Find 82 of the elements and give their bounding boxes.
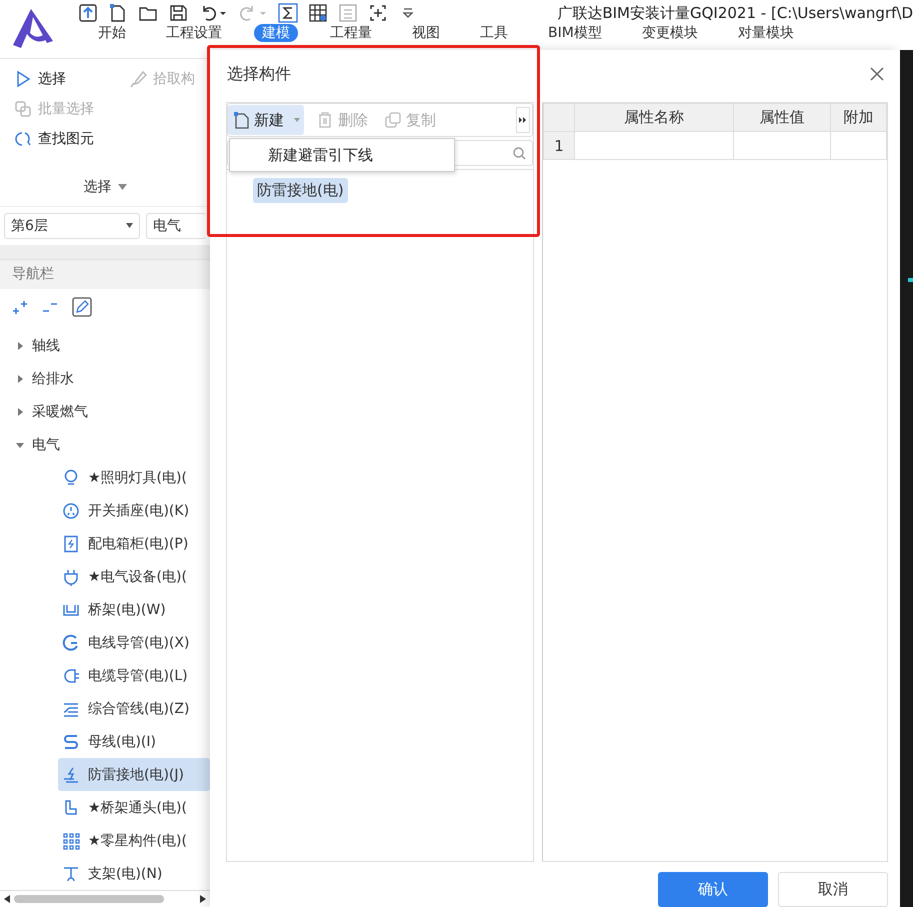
cancel-button[interactable]: 取消 bbox=[778, 872, 888, 907]
column-header: 属性值 bbox=[734, 104, 830, 132]
copy-icon bbox=[384, 111, 402, 129]
row-number: 1 bbox=[544, 132, 574, 160]
table-icon[interactable] bbox=[308, 3, 328, 23]
conduit-icon bbox=[62, 634, 80, 652]
ribbon-tab[interactable]: 开始 bbox=[90, 24, 134, 42]
canvas-marker bbox=[908, 278, 913, 282]
tree-item[interactable]: 支架(电)(N) bbox=[58, 857, 210, 890]
tree-item[interactable]: 桥架(电)(W) bbox=[58, 593, 210, 626]
ribbon-tab[interactable]: 建模 bbox=[254, 24, 298, 42]
tree-item[interactable]: 母线(电)(I) bbox=[58, 725, 210, 758]
confirm-button[interactable]: 确认 bbox=[658, 872, 768, 907]
expand-icon[interactable] bbox=[12, 300, 28, 314]
plug-icon bbox=[62, 568, 80, 586]
tree-item[interactable]: ★照明灯具(电)( bbox=[58, 461, 210, 494]
tree-item[interactable]: ★电气设备(电)( bbox=[58, 560, 210, 594]
tree-item[interactable]: 配电箱柜(电)(P) bbox=[58, 527, 210, 560]
caret-right-icon[interactable] bbox=[16, 374, 24, 383]
save-icon[interactable] bbox=[168, 3, 188, 23]
close-icon bbox=[870, 66, 884, 80]
ribbon-tab[interactable]: BIM模型 bbox=[540, 24, 610, 42]
discipline-dropdown[interactable]: 电气 bbox=[146, 212, 206, 239]
grid-icon bbox=[62, 832, 80, 850]
toolbar-button[interactable]: 新建 bbox=[228, 105, 304, 135]
scrollbar-thumb[interactable] bbox=[14, 895, 164, 904]
bulb-icon bbox=[62, 468, 80, 487]
menu-item[interactable]: 新建避雷引下线 bbox=[230, 144, 379, 166]
search-icon bbox=[513, 146, 526, 160]
trash-icon bbox=[316, 111, 334, 129]
caret-down-icon[interactable] bbox=[16, 440, 24, 449]
component-item[interactable]: 防雷接地(电) bbox=[253, 178, 348, 203]
ribbon-tab[interactable]: 对量模块 bbox=[730, 24, 802, 42]
panel-icon bbox=[62, 534, 80, 553]
ribbon-tab[interactable]: 工具 bbox=[472, 24, 516, 42]
column-header: 附加 bbox=[830, 104, 886, 132]
sum-icon[interactable] bbox=[278, 3, 298, 23]
copy-icon bbox=[14, 100, 32, 118]
caret-down-icon[interactable] bbox=[126, 223, 133, 228]
crop-icon[interactable] bbox=[368, 3, 388, 23]
more-button[interactable] bbox=[516, 107, 530, 133]
busbar-icon bbox=[62, 732, 80, 751]
cable-icon bbox=[62, 666, 80, 685]
select-tool[interactable]: 查找图元 bbox=[14, 127, 224, 151]
lightning-icon bbox=[62, 766, 80, 784]
collapse-icon[interactable] bbox=[42, 301, 58, 314]
tree-item[interactable]: 采暖燃气 bbox=[32, 402, 88, 421]
column-header: 属性名称 bbox=[574, 104, 734, 132]
tree-item[interactable]: 电线导管(电)(X) bbox=[58, 626, 210, 660]
caret-down-icon[interactable] bbox=[118, 184, 126, 190]
group-label: 选择 bbox=[84, 178, 112, 196]
refresh-icon bbox=[14, 130, 32, 148]
bracket-icon bbox=[62, 864, 80, 883]
caret-right-icon[interactable] bbox=[16, 342, 24, 350]
ribbon-tab[interactable]: 工程量 bbox=[322, 24, 380, 42]
new-file-icon bbox=[232, 111, 250, 129]
upload-icon[interactable] bbox=[78, 3, 98, 23]
socket-icon bbox=[62, 502, 80, 520]
tree-item[interactable]: ★零星构件(电)( bbox=[58, 824, 210, 858]
dialog-title: 选择构件 bbox=[227, 64, 292, 84]
tree-item[interactable]: 开关插座(电)(K) bbox=[58, 494, 210, 528]
double-arrow-icon bbox=[519, 117, 527, 123]
tree-item[interactable]: 防雷接地(电)(J) bbox=[58, 758, 210, 792]
ribbon-tab[interactable]: 视图 bbox=[404, 24, 448, 42]
tree-item[interactable]: 给排水 bbox=[32, 370, 74, 388]
eyedropper-icon bbox=[129, 70, 147, 88]
floor-dropdown[interactable]: 第6层 bbox=[4, 212, 140, 239]
panel-header: 导航栏 bbox=[0, 258, 210, 290]
tree-item[interactable]: 电缆导管(电)(L) bbox=[58, 659, 210, 692]
ribbon-tab[interactable]: 工程设置 bbox=[158, 24, 230, 42]
caret-down-icon bbox=[294, 118, 300, 122]
tree-item[interactable]: 电气 bbox=[32, 436, 60, 454]
scroll-left-icon[interactable] bbox=[4, 895, 10, 904]
tree-item[interactable]: 综合管线(电)(Z) bbox=[58, 692, 210, 726]
edit-icon[interactable] bbox=[72, 297, 92, 318]
tree-item[interactable]: ★桥架通头(电)( bbox=[58, 791, 210, 824]
caret-right-icon[interactable] bbox=[16, 408, 24, 416]
select-tool[interactable]: 选择 bbox=[14, 67, 129, 91]
scroll-right-icon[interactable] bbox=[200, 895, 206, 904]
tree-item[interactable]: 轴线 bbox=[32, 336, 60, 355]
ribbon-tab[interactable]: 变更模块 bbox=[634, 24, 706, 42]
window-title: 广联达BIM安装计量GQI2021 - [C:\Users\wangrf\D bbox=[556, 4, 913, 22]
